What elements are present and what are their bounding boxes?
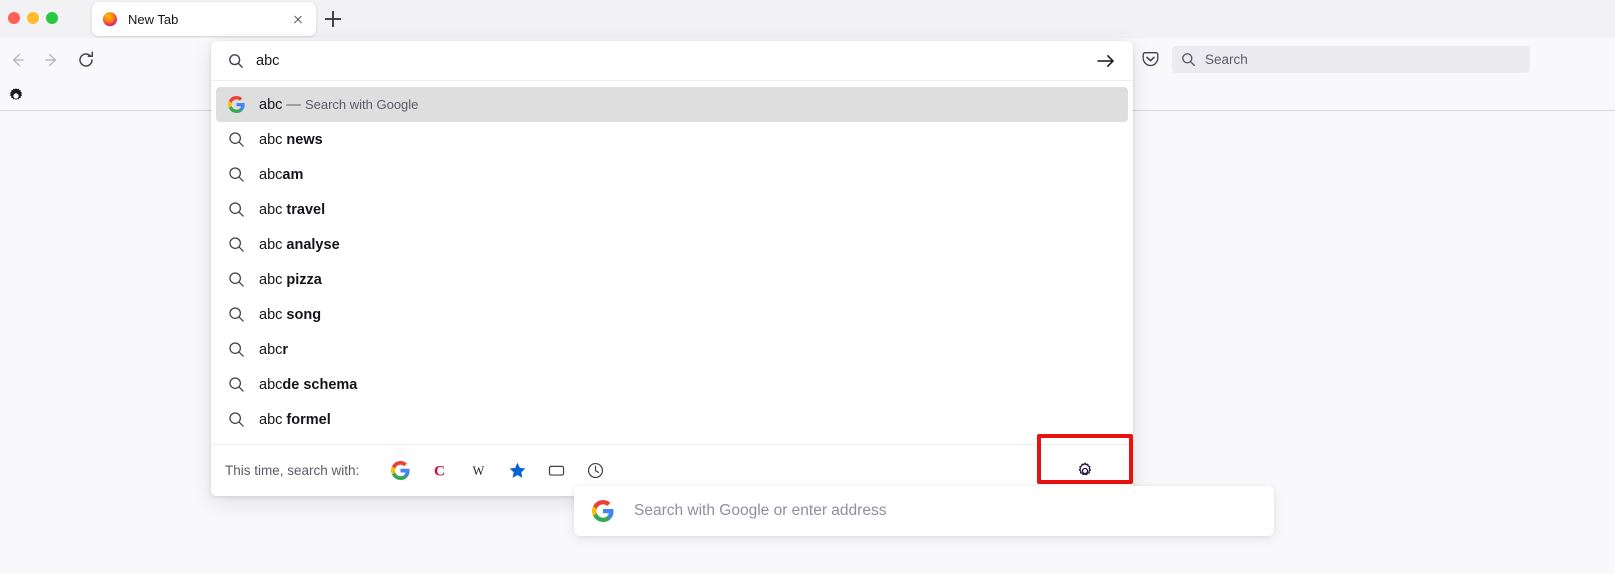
search-icon	[227, 201, 245, 219]
search-icon	[227, 131, 245, 149]
search-icon	[227, 271, 245, 289]
svg-text:C: C	[434, 463, 445, 480]
search-with-label: This time, search with:	[225, 463, 360, 478]
urlbar-result-text: abc analyse	[259, 236, 340, 253]
tab-bar: New Tab	[0, 0, 1615, 38]
wikipedia-w-icon: W	[469, 461, 488, 480]
search-icon	[227, 236, 245, 254]
window-traffic-lights	[8, 12, 58, 24]
search-icon	[1181, 52, 1196, 67]
search-icon	[227, 341, 245, 359]
urlbar-input-value: abc	[256, 52, 280, 69]
browser-window: New Tab Search abc abc — Search with Goo…	[0, 0, 1615, 574]
urlbar-results-list: abc — Search with Google abc news abcam abc…	[211, 81, 1133, 444]
urlbar-result-row[interactable]: abc formel	[216, 402, 1128, 437]
toolbar-search-input[interactable]: Search	[1172, 46, 1530, 73]
urlbar-result-text: abcr	[259, 341, 289, 358]
search-icon	[227, 306, 245, 324]
newtab-search-placeholder: Search with Google or enter address	[634, 502, 887, 519]
search-icon	[228, 201, 245, 218]
engine-button-qwant[interactable]: C	[420, 456, 459, 486]
engine-button-wikipedia[interactable]: W	[459, 456, 498, 486]
urlbar-result-text: abc — Search with Google	[259, 96, 419, 113]
urlbar-result-text: abc news	[259, 131, 323, 148]
forward-arrow-icon[interactable]	[41, 49, 63, 71]
urlbar-result-row[interactable]: abc analyse	[216, 227, 1128, 262]
urlbar-result-row[interactable]: abcr	[216, 332, 1128, 367]
urlbar-input-row[interactable]: abc	[211, 41, 1133, 81]
search-icon	[227, 411, 245, 429]
plus-icon[interactable]	[322, 8, 344, 30]
tab-rectangle-icon	[547, 461, 566, 480]
engine-button-tabs[interactable]	[537, 456, 576, 486]
clock-icon	[586, 461, 605, 480]
urlbar-result-text: abc pizza	[259, 271, 322, 288]
search-icon	[228, 376, 245, 393]
letter-c-icon: C	[430, 461, 449, 480]
urlbar-result-row[interactable]: abc — Search with Google	[216, 87, 1128, 122]
star-icon	[508, 461, 527, 480]
search-icon	[228, 341, 245, 358]
search-icon	[227, 376, 245, 394]
arrow-right-icon[interactable]	[1093, 48, 1119, 74]
google-icon	[227, 96, 245, 113]
window-close-button[interactable]	[8, 12, 20, 24]
urlbar-result-text: abcde schema	[259, 376, 358, 393]
window-zoom-button[interactable]	[46, 12, 58, 24]
search-icon	[228, 236, 245, 253]
urlbar-result-text: abcam	[259, 166, 304, 183]
urlbar-result-row[interactable]: abcam	[216, 157, 1128, 192]
google-icon	[227, 96, 245, 114]
gear-icon[interactable]	[6, 86, 26, 106]
search-icon	[228, 271, 245, 288]
urlbar-result-row[interactable]: abc news	[216, 122, 1128, 157]
engine-button-google[interactable]	[381, 456, 420, 486]
browser-tab[interactable]: New Tab	[92, 2, 316, 36]
search-icon	[228, 166, 245, 183]
toolbar-search-placeholder: Search	[1205, 52, 1248, 67]
search-icon	[227, 166, 245, 184]
urlbar-result-row[interactable]: abc pizza	[216, 262, 1128, 297]
urlbar-result-text: abc song	[259, 306, 322, 323]
google-icon	[391, 461, 410, 480]
gear-icon[interactable]	[1074, 460, 1096, 482]
search-icon	[228, 306, 245, 323]
urlbar-result-text: abc formel	[259, 411, 331, 428]
urlbar-result-text: abc travel	[259, 201, 326, 218]
urlbar-result-row[interactable]: abcde schema	[216, 367, 1128, 402]
svg-text:W: W	[473, 464, 485, 478]
urlbar-result-row[interactable]: abc travel	[216, 192, 1128, 227]
newtab-search-box[interactable]: Search with Google or enter address	[574, 486, 1274, 536]
one-off-engine-buttons: CW	[381, 456, 615, 486]
tab-title: New Tab	[128, 11, 179, 27]
back-arrow-icon[interactable]	[6, 49, 28, 71]
engine-button-history[interactable]	[576, 456, 615, 486]
pocket-icon[interactable]	[1140, 49, 1161, 70]
reload-icon[interactable]	[75, 49, 97, 71]
search-icon	[228, 411, 245, 428]
close-icon[interactable]	[288, 9, 308, 29]
google-icon	[592, 500, 614, 522]
engine-button-bookmarks[interactable]	[498, 456, 537, 486]
window-minimize-button[interactable]	[27, 12, 39, 24]
search-icon	[228, 53, 244, 69]
urlbar-dropdown-panel: abc abc — Search with Google abc news abca…	[211, 41, 1133, 496]
urlbar-result-row[interactable]: abc song	[216, 297, 1128, 332]
search-icon	[228, 131, 245, 148]
firefox-icon	[102, 11, 118, 27]
